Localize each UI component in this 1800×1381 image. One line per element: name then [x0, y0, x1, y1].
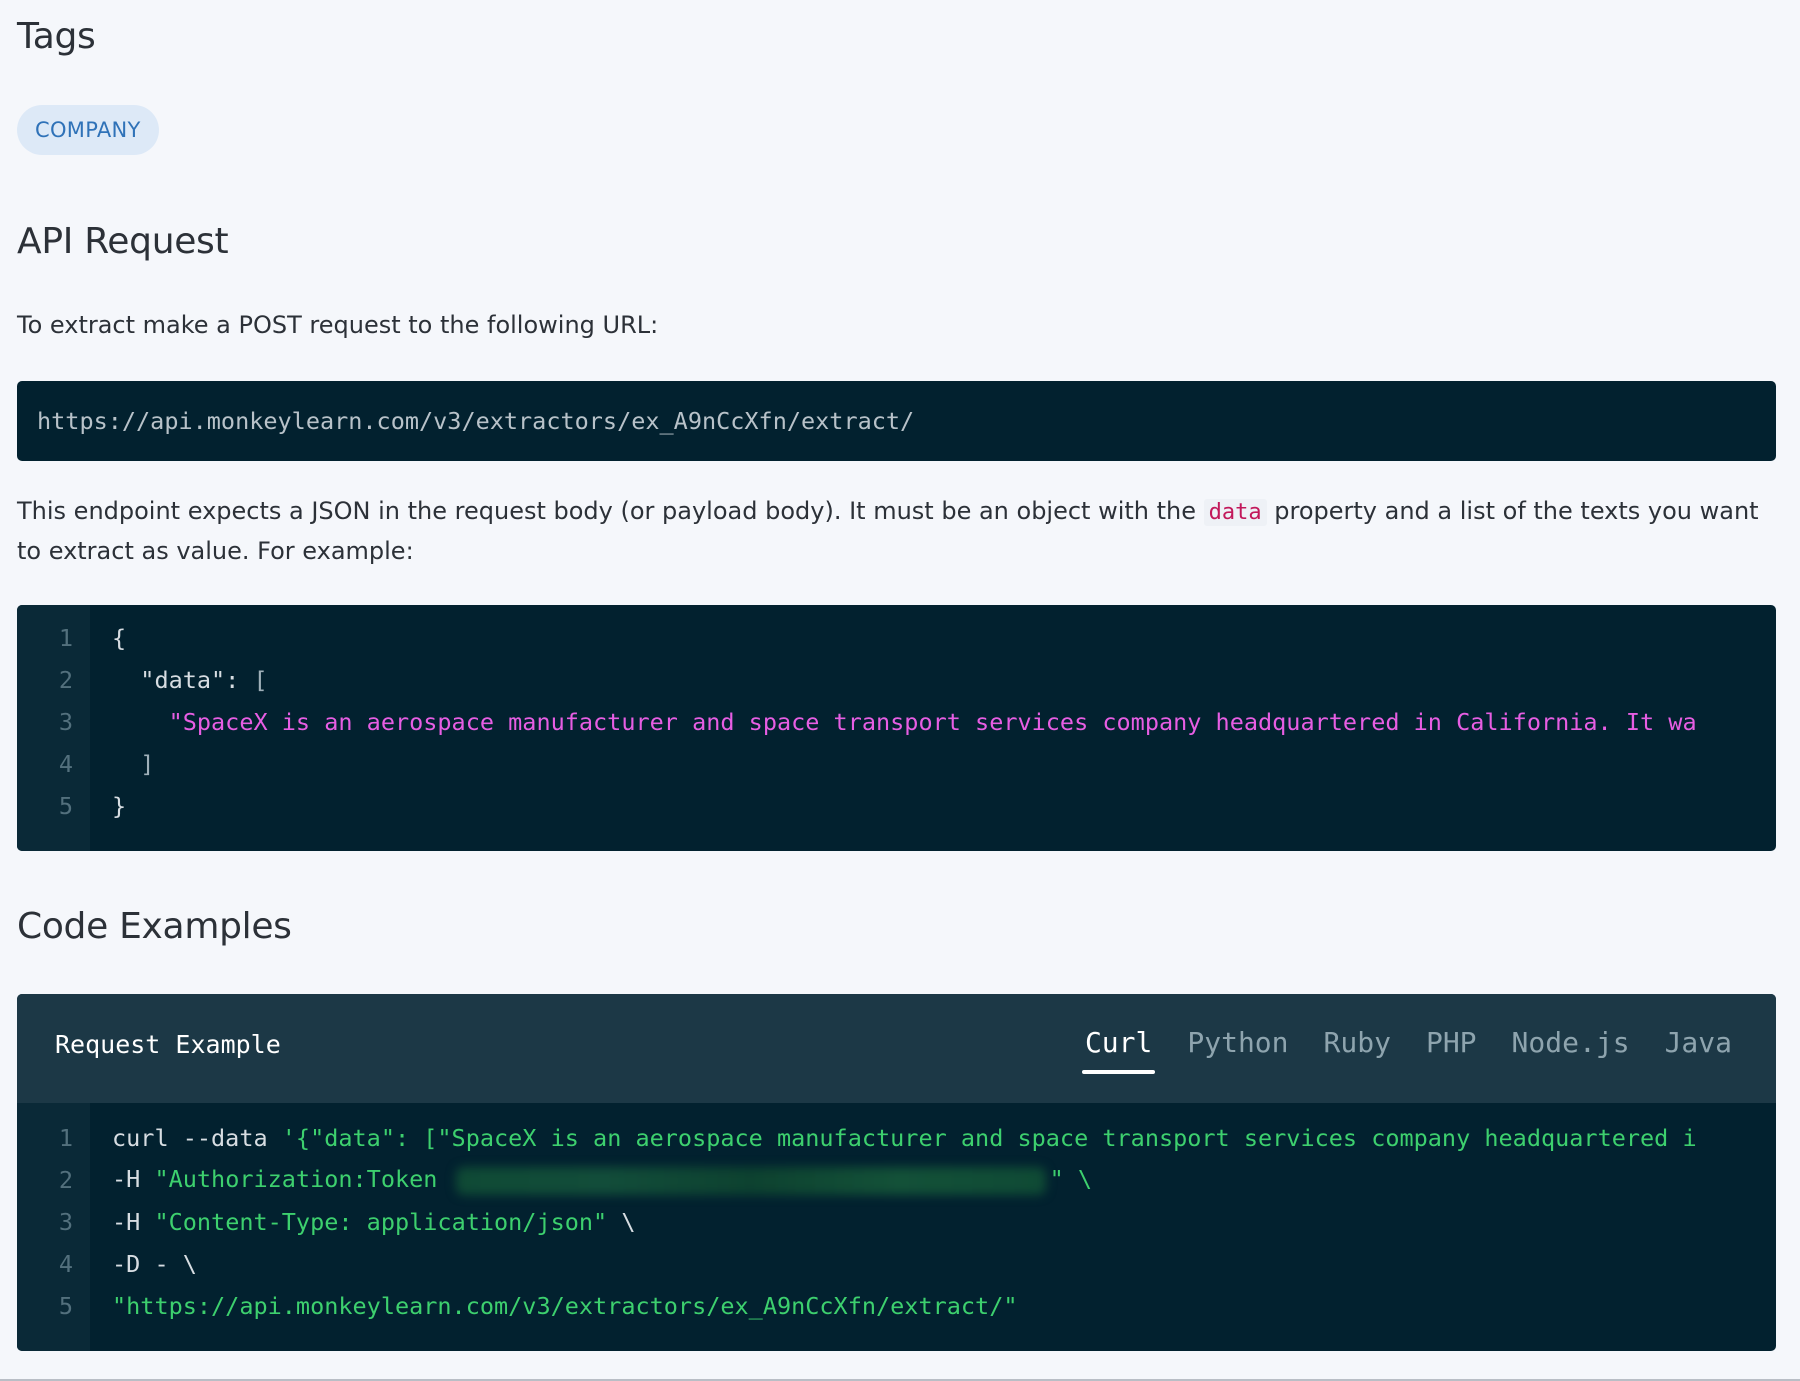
json-bracket: [ — [253, 666, 268, 694]
line-continuation: \ — [607, 1208, 636, 1236]
api-body-description: This endpoint expects a JSON in the requ… — [17, 492, 1776, 570]
language-tabs: Curl Python Ruby PHP Node.js Java — [1050, 1014, 1732, 1074]
curl-codeblock[interactable]: 1 curl --data '{"data": ["SpaceX is an a… — [17, 1103, 1776, 1351]
code-text: -D - \ — [112, 1250, 197, 1278]
code-text: -H "Content-Type: application/json" \ — [112, 1208, 636, 1236]
code-line: 2 "data": [ — [17, 659, 1776, 701]
curl-command: curl --data — [112, 1124, 282, 1152]
tags-heading: Tags — [17, 16, 96, 57]
api-request-heading: API Request — [17, 221, 229, 262]
code-text: } — [112, 792, 127, 820]
json-key: "data": — [112, 666, 254, 694]
content-type-header: "Content-Type: application/json" — [154, 1208, 608, 1236]
json-example-codeblock[interactable]: 1 { 2 "data": [ 3 "SpaceX is an aerospac… — [17, 605, 1776, 851]
code-line: 3 -H "Content-Type: application/json" \ — [17, 1201, 1776, 1243]
line-number: 4 — [58, 750, 73, 778]
line-number: 1 — [58, 624, 73, 652]
request-example-header: Request Example Curl Python Ruby PHP Nod… — [17, 994, 1776, 1103]
tab-php[interactable]: PHP — [1426, 1014, 1477, 1070]
request-example-title: Request Example — [55, 1030, 281, 1059]
tab-nodejs[interactable]: Node.js — [1512, 1014, 1630, 1070]
code-text: -H "Authorization:Token " \ — [112, 1165, 1092, 1195]
tag-company[interactable]: COMPANY — [17, 105, 159, 155]
code-line: 1 curl --data '{"data": ["SpaceX is an a… — [17, 1117, 1776, 1159]
line-number: 5 — [58, 1292, 73, 1320]
code-line: 5 "https://api.monkeylearn.com/v3/extrac… — [17, 1285, 1776, 1327]
tab-python[interactable]: Python — [1187, 1014, 1288, 1070]
tab-ruby[interactable]: Ruby — [1324, 1014, 1391, 1070]
line-number: 3 — [58, 1208, 73, 1236]
curl-url: "https://api.monkeylearn.com/v3/extracto… — [112, 1292, 1018, 1320]
endpoint-url-box[interactable]: https://api.monkeylearn.com/v3/extractor… — [17, 381, 1776, 461]
endpoint-url[interactable]: https://api.monkeylearn.com/v3/extractor… — [37, 407, 914, 435]
api-intro-text: To extract make a POST request to the fo… — [17, 311, 659, 339]
code-examples-heading: Code Examples — [17, 906, 292, 947]
code-line: 3 "SpaceX is an aerospace manufacturer a… — [17, 701, 1776, 743]
redacted-token — [455, 1166, 1046, 1195]
line-number: 4 — [58, 1250, 73, 1278]
code-text: ] — [112, 750, 155, 778]
code-line: 2 -H "Authorization:Token " \ — [17, 1159, 1776, 1201]
code-line: 4 ] — [17, 743, 1776, 785]
line-number: 1 — [58, 1124, 73, 1152]
code-text: { — [112, 624, 127, 652]
code-line: 5 } — [17, 785, 1776, 827]
header-flag: -H — [112, 1165, 155, 1194]
header-flag: -H — [112, 1208, 155, 1236]
line-number: 5 — [58, 792, 73, 820]
auth-header-end: " \ — [1049, 1165, 1093, 1194]
data-property-code: data — [1203, 499, 1267, 526]
auth-header: "Authorization:Token — [154, 1165, 452, 1194]
code-text: "data": [ — [112, 666, 268, 694]
body-text-before: This endpoint expects a JSON in the requ… — [17, 497, 1204, 525]
code-line: 1 { — [17, 617, 1776, 659]
request-example-panel: Request Example Curl Python Ruby PHP Nod… — [17, 994, 1776, 1351]
json-string: "SpaceX is an aerospace manufacturer and… — [112, 708, 1697, 736]
line-number: 2 — [58, 666, 73, 694]
code-line: 4 -D - \ — [17, 1243, 1776, 1285]
code-text: curl --data '{"data": ["SpaceX is an aer… — [112, 1124, 1697, 1152]
curl-data-arg: '{"data": ["SpaceX is an aerospace manuf… — [281, 1124, 1697, 1152]
tab-curl[interactable]: Curl — [1081, 1014, 1156, 1074]
line-number: 2 — [58, 1166, 73, 1194]
line-number: 3 — [58, 708, 73, 736]
tab-java[interactable]: Java — [1665, 1014, 1732, 1070]
